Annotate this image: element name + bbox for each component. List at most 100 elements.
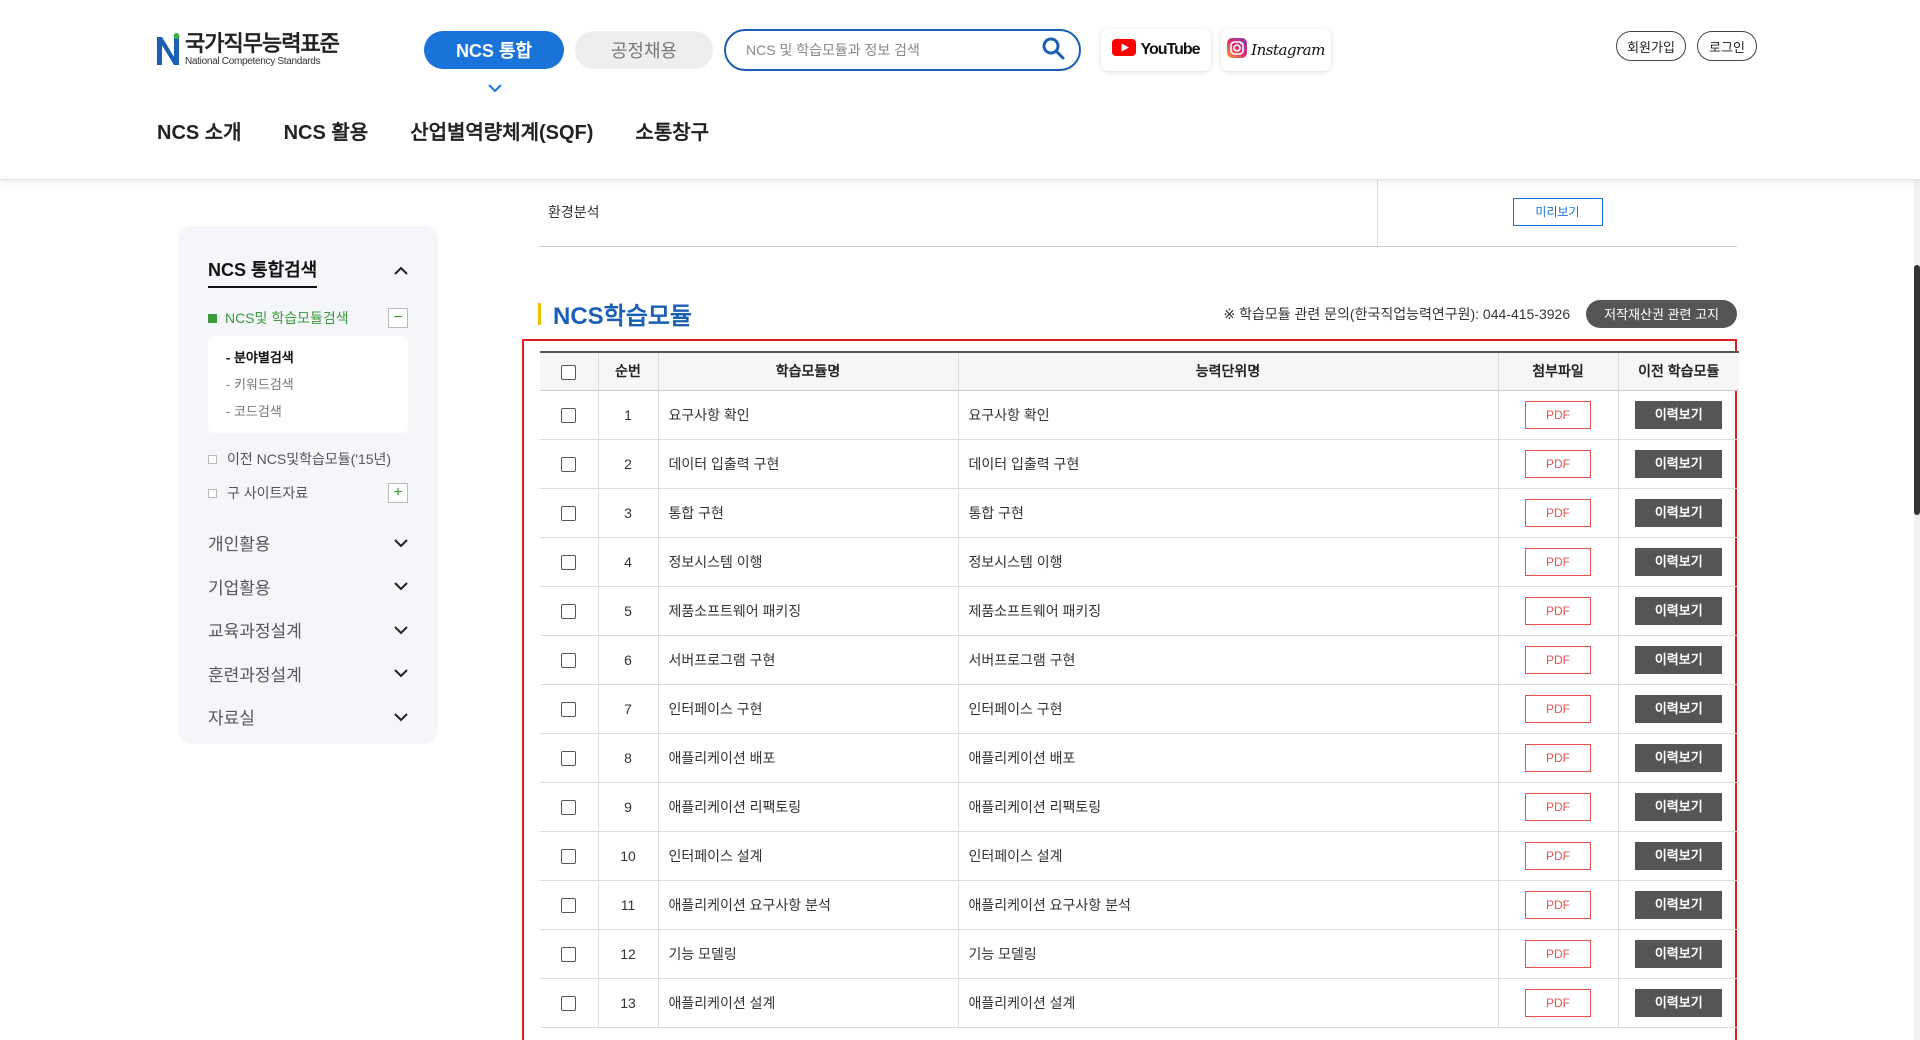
- row-checkbox[interactable]: [561, 652, 577, 668]
- square-bullet-icon: [208, 313, 217, 323]
- row-checkbox[interactable]: [561, 848, 577, 864]
- history-button[interactable]: 이력보기: [1635, 498, 1723, 527]
- row-checkbox[interactable]: [561, 897, 577, 913]
- sidebar-item-enterprise[interactable]: 기업활용: [208, 565, 408, 609]
- row-checkbox[interactable]: [561, 750, 577, 766]
- row-number: 8: [597, 733, 658, 783]
- unit-name: 정보시스템 이행: [957, 537, 1498, 587]
- pdf-button[interactable]: PDF: [1525, 988, 1591, 1017]
- module-name: 통합 구현: [657, 488, 958, 538]
- row-number: 13: [597, 978, 658, 1028]
- search-input[interactable]: [746, 42, 1041, 58]
- history-button[interactable]: 이력보기: [1635, 596, 1723, 625]
- history-button[interactable]: 이력보기: [1635, 400, 1723, 429]
- nav-ncs-usage[interactable]: NCS 활용: [284, 116, 369, 145]
- sidebar-item-code-search[interactable]: - 코드검색: [226, 398, 390, 425]
- history-button[interactable]: 이력보기: [1635, 645, 1723, 674]
- ncs-integrated-tab[interactable]: NCS 통합: [424, 31, 564, 69]
- history-button[interactable]: 이력보기: [1635, 988, 1723, 1017]
- search-icon[interactable]: [1041, 36, 1065, 65]
- row-checkbox[interactable]: [561, 456, 577, 472]
- sidebar-item-curriculum[interactable]: 교육과정설계: [208, 608, 408, 652]
- history-button[interactable]: 이력보기: [1635, 449, 1723, 478]
- row-checkbox[interactable]: [561, 701, 577, 717]
- history-button[interactable]: 이력보기: [1635, 890, 1723, 919]
- row-number: 3: [597, 488, 658, 538]
- sidebar-item-resources[interactable]: 자료실: [208, 695, 408, 739]
- module-name: 인터페이스 구현: [657, 684, 958, 734]
- row-checkbox[interactable]: [561, 407, 577, 423]
- row-number: 1: [597, 390, 658, 440]
- history-button[interactable]: 이력보기: [1635, 547, 1723, 576]
- row-number: 11: [597, 880, 658, 930]
- row-checkbox[interactable]: [561, 946, 577, 962]
- history-button[interactable]: 이력보기: [1635, 939, 1723, 968]
- sidebar-item-previous-ncs[interactable]: 이전 NCS및학습모듈('15년): [208, 449, 391, 469]
- nav-communication[interactable]: 소통창구: [635, 116, 709, 145]
- history-button[interactable]: 이력보기: [1635, 841, 1723, 870]
- pdf-button[interactable]: PDF: [1525, 449, 1591, 478]
- pdf-button[interactable]: PDF: [1525, 743, 1591, 772]
- pdf-button[interactable]: PDF: [1525, 939, 1591, 968]
- sidebar-item-keyword-search[interactable]: - 키워드검색: [226, 371, 390, 398]
- chevron-down-icon: [394, 663, 408, 683]
- table-row: 11 애플리케이션 요구사항 분석 애플리케이션 요구사항 분석 PDF 이력보기: [540, 880, 1739, 930]
- pdf-button[interactable]: PDF: [1525, 694, 1591, 723]
- row-checkbox[interactable]: [561, 799, 577, 815]
- history-button[interactable]: 이력보기: [1635, 792, 1723, 821]
- sidebar-item-old-site[interactable]: 구 사이트자료: [208, 483, 308, 503]
- table-row: 2 데이터 입출력 구현 데이터 입출력 구현 PDF 이력보기: [540, 439, 1739, 489]
- history-button[interactable]: 이력보기: [1635, 743, 1723, 772]
- learning-module-table-highlight: 순번 학습모듈명 능력단위명 첨부파일 이전 학습모듈 1 요구사항 확인 요구사항…: [522, 339, 1739, 1040]
- preview-button[interactable]: 미리보기: [1512, 197, 1603, 226]
- pdf-button[interactable]: PDF: [1525, 841, 1591, 870]
- sidebar-item-training[interactable]: 훈련과정설계: [208, 652, 408, 696]
- pdf-button[interactable]: PDF: [1525, 596, 1591, 625]
- inquiry-text: ※ 학습모듈 관련 문의(한국직업능력연구원): 044-415-3926: [1223, 305, 1571, 322]
- expand-plus-icon[interactable]: +: [388, 483, 408, 503]
- sidebar-item-ncs-search[interactable]: NCS및 학습모듈검색: [208, 308, 349, 328]
- pdf-button[interactable]: PDF: [1525, 498, 1591, 527]
- table-body: 1 요구사항 확인 요구사항 확인 PDF 이력보기 2 데이터 입출력 구현 데이터 입출력…: [540, 390, 1739, 1028]
- chevron-up-icon[interactable]: [394, 263, 408, 281]
- join-button[interactable]: 회원가입: [1616, 31, 1686, 61]
- table-row: 4 정보시스템 이행 정보시스템 이행 PDF 이력보기: [540, 537, 1739, 587]
- youtube-link[interactable]: YouTube: [1101, 29, 1211, 71]
- table-row: 5 제품소프트웨어 패키징 제품소프트웨어 패키징 PDF 이력보기: [540, 586, 1739, 636]
- history-button[interactable]: 이력보기: [1635, 694, 1723, 723]
- collapse-minus-icon[interactable]: −: [388, 308, 408, 328]
- instagram-link[interactable]: Instagram: [1221, 29, 1331, 71]
- pdf-button[interactable]: PDF: [1525, 547, 1591, 576]
- previous-results-table: 환경분석 미리보기: [538, 176, 1737, 247]
- search-box: [724, 29, 1081, 71]
- table-row: 6 서버프로그램 구현 서버프로그램 구현 PDF 이력보기: [540, 635, 1739, 685]
- table-row: 13 애플리케이션 설계 애플리케이션 설계 PDF 이력보기: [540, 978, 1739, 1028]
- unit-name: 인터페이스 설계: [957, 831, 1498, 881]
- pdf-button[interactable]: PDF: [1525, 792, 1591, 821]
- copyright-notice-button[interactable]: 저작재산권 관련 고지: [1586, 299, 1737, 328]
- pdf-button[interactable]: PDF: [1525, 890, 1591, 919]
- row-checkbox[interactable]: [561, 995, 577, 1011]
- row-checkbox[interactable]: [561, 554, 577, 570]
- unit-name: 요구사항 확인: [957, 390, 1498, 440]
- scrollbar-thumb[interactable]: [1914, 265, 1920, 515]
- unit-name: 애플리케이션 리팩토링: [957, 782, 1498, 832]
- row-checkbox[interactable]: [561, 505, 577, 521]
- nav-sqf[interactable]: 산업별역량체계(SQF): [410, 116, 593, 145]
- fair-hiring-tab[interactable]: 공정채용: [575, 31, 713, 69]
- pdf-button[interactable]: PDF: [1525, 400, 1591, 429]
- row-checkbox[interactable]: [561, 603, 577, 619]
- table-row: 1 요구사항 확인 요구사항 확인 PDF 이력보기: [540, 390, 1739, 440]
- section-title: NCS학습모듈: [553, 303, 692, 330]
- select-all-checkbox[interactable]: [561, 364, 577, 380]
- login-button[interactable]: 로그인: [1697, 31, 1757, 61]
- sidebar-item-personal[interactable]: 개인활용: [208, 521, 408, 565]
- sidebar-item-field-search[interactable]: - 분야별검색: [226, 344, 390, 371]
- unit-name: 서버프로그램 구현: [957, 635, 1498, 685]
- site-logo[interactable]: 국가직무능력표준 National Competency Standards: [157, 30, 340, 70]
- unit-name: 제품소프트웨어 패키징: [957, 586, 1498, 636]
- pdf-button[interactable]: PDF: [1525, 645, 1591, 674]
- nav-ncs-intro[interactable]: NCS 소개: [157, 116, 242, 145]
- row-number: 9: [597, 782, 658, 832]
- chevron-down-icon: [394, 533, 408, 553]
